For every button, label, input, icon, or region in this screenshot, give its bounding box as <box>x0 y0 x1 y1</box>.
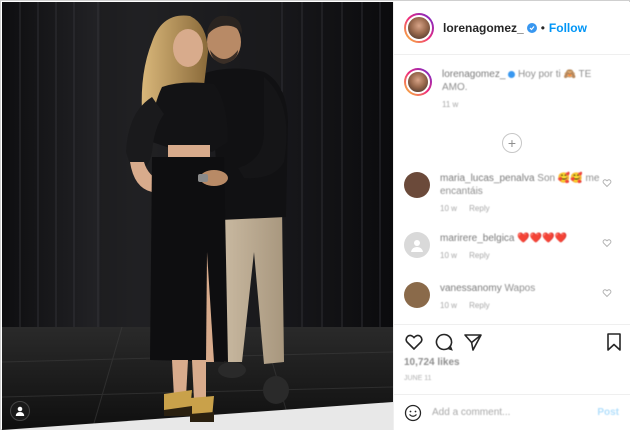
heart-icon[interactable] <box>602 238 612 248</box>
post-date: JUNE 11 <box>404 375 432 382</box>
list-item: maria_lucas_penalva Son 🥰🥰 me encantáis … <box>404 172 624 213</box>
comment-time: 10 w <box>440 301 457 310</box>
bookmark-icon[interactable] <box>604 332 624 352</box>
avatar[interactable] <box>404 13 434 43</box>
photo-illustration <box>2 2 393 430</box>
comment-input[interactable]: Add a comment... <box>432 407 597 418</box>
follow-button[interactable]: Follow <box>549 21 587 35</box>
share-icon[interactable] <box>463 332 483 352</box>
caption-time: 11 w <box>442 100 459 109</box>
instagram-post-modal: lorenagomez_ • Follow lorenagomez_ Hoy p… <box>0 0 630 430</box>
comment-username[interactable]: vanessanomy <box>440 283 502 294</box>
plus-circle-icon[interactable]: + <box>502 133 522 153</box>
post-button[interactable]: Post <box>597 407 619 418</box>
heart-icon[interactable] <box>602 288 612 298</box>
verified-small-icon <box>508 70 516 78</box>
post-photo[interactable] <box>2 2 393 430</box>
add-comment-bar: Add a comment... Post <box>394 394 630 430</box>
list-item: vanessanomy Wapos 10 w Reply <box>404 282 624 310</box>
emoji-icon[interactable] <box>404 404 422 422</box>
commenter-avatar[interactable] <box>404 172 430 198</box>
comment-icon[interactable] <box>434 332 454 352</box>
caption-avatar[interactable] <box>404 68 432 96</box>
comment-time: 10 w <box>440 204 457 213</box>
caption-username[interactable]: lorenagomez_ <box>442 69 505 80</box>
verified-badge-icon <box>526 23 537 33</box>
person-tag-icon[interactable] <box>10 401 30 421</box>
header-username[interactable]: lorenagomez_ <box>443 21 524 35</box>
separator-dot: • <box>540 21 545 35</box>
commenter-avatar[interactable] <box>404 282 430 308</box>
heart-icon[interactable] <box>602 178 612 188</box>
comments-list[interactable]: lorenagomez_ Hoy por ti 🙈 TE AMO. 11 w +… <box>394 56 630 324</box>
list-item: marirere_belgica ❤️❤️❤️❤️ 10 w Reply <box>404 232 624 260</box>
post-side-panel: lorenagomez_ • Follow lorenagomez_ Hoy p… <box>393 2 630 430</box>
commenter-avatar[interactable] <box>404 232 430 258</box>
reply-button[interactable]: Reply <box>469 301 489 310</box>
reply-button[interactable]: Reply <box>469 204 489 213</box>
reply-button[interactable]: Reply <box>469 251 489 260</box>
comment-text: ❤️❤️❤️❤️ <box>517 233 568 244</box>
post-actions: 10,724 likes JUNE 11 <box>394 324 630 394</box>
post-header: lorenagomez_ • Follow <box>394 2 630 55</box>
likes-count[interactable]: 10,724 likes <box>404 357 460 368</box>
comment-text: Wapos <box>504 283 536 294</box>
comment-time: 10 w <box>440 251 457 260</box>
heart-icon[interactable] <box>404 332 424 352</box>
comment-username[interactable]: marirere_belgica <box>440 233 514 244</box>
comment-username[interactable]: maria_lucas_penalva <box>440 173 535 184</box>
caption: lorenagomez_ Hoy por ti 🙈 TE AMO. 11 w <box>404 68 624 109</box>
